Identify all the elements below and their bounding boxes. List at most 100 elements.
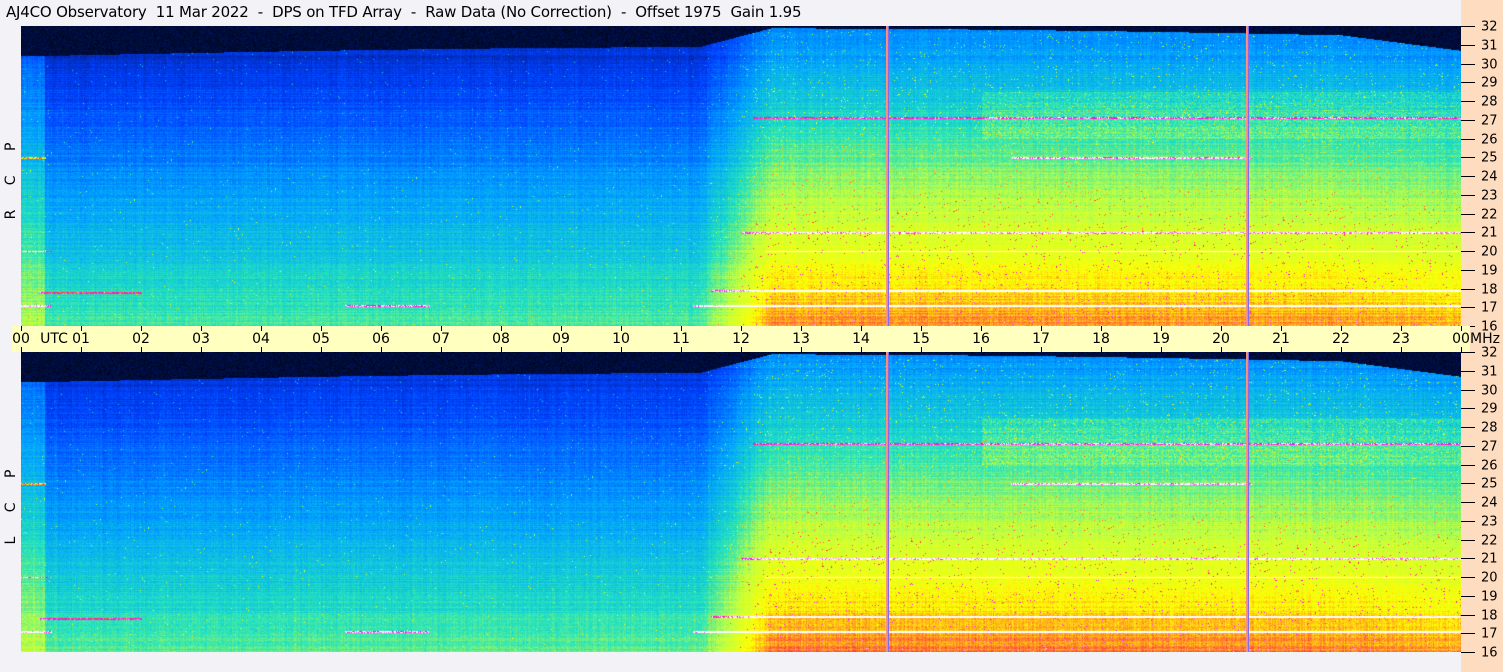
time-tick (801, 347, 802, 352)
freq-tick-label: 22 (1481, 533, 1498, 548)
rcp-label: R C P (2, 132, 19, 220)
freq-tick (1461, 288, 1475, 290)
time-tick (1101, 347, 1102, 352)
time-tick-label: 02 (132, 331, 150, 347)
time-tick (681, 347, 682, 352)
freq-tick (1461, 82, 1475, 84)
freq-tick-label: 24 (1481, 495, 1498, 511)
time-tick (1461, 347, 1462, 352)
lcp-label: L C P (2, 459, 19, 545)
freq-tick-label: 23 (1481, 188, 1498, 204)
freq-tick-label: 26 (1481, 132, 1498, 147)
freq-tick-label: 27 (1481, 439, 1498, 455)
time-tick-label: 23 (1392, 331, 1410, 347)
freq-tick (1461, 307, 1475, 309)
time-tick-label: 20 (1212, 331, 1230, 347)
freq-tick (1461, 194, 1475, 196)
time-tick-label: 09 (552, 331, 570, 347)
time-tick-label: 16 (972, 331, 990, 347)
freq-tick-label: 29 (1481, 401, 1498, 417)
time-tick (561, 347, 562, 352)
time-tick-label: 07 (432, 331, 450, 347)
time-tick-label: 00 (1452, 331, 1470, 347)
freq-tick-label: 20 (1481, 570, 1498, 586)
time-tick (981, 347, 982, 352)
freq-tick (1461, 652, 1475, 653)
time-tick (501, 347, 502, 352)
time-axis: 00 UTC 01 02 03 04 05 06 07 08 09 10 11 12 13 14 15 16 17 1… (12, 326, 1500, 352)
time-tick (1341, 347, 1342, 352)
freq-tick (1461, 408, 1475, 410)
freq-tick-label: 32 (1481, 345, 1498, 361)
time-marker-line (1245, 26, 1249, 326)
time-tick (21, 347, 22, 352)
freq-tick-label: 18 (1481, 608, 1498, 623)
time-tick-label: 10 (612, 331, 630, 347)
freq-tick-label: 16 (1481, 319, 1498, 335)
freq-tick-label: 22 (1481, 207, 1498, 222)
time-tick (1221, 347, 1222, 352)
time-tick-label: 06 (372, 331, 390, 347)
freq-tick-label: 29 (1481, 75, 1498, 91)
freq-tick-label: 17 (1481, 300, 1498, 316)
freq-tick (1461, 232, 1475, 234)
time-tick-label: 21 (1272, 331, 1290, 347)
freq-tick (1461, 427, 1475, 428)
freq-tick (1461, 464, 1475, 466)
freq-tick-label: 25 (1481, 476, 1498, 492)
freq-tick-label: 23 (1481, 514, 1498, 530)
time-marker-line (885, 26, 889, 326)
time-tick (381, 347, 382, 352)
freq-tick-label: 17 (1481, 626, 1498, 642)
freq-tick (1461, 595, 1475, 597)
freq-tick (1461, 520, 1475, 522)
time-tick-label: 04 (252, 331, 270, 347)
freq-tick (1461, 101, 1475, 102)
time-tick (141, 347, 142, 352)
chart-title: AJ4CO Observatory 11 Mar 2022 - DPS on T… (6, 3, 802, 21)
time-tick-label: 19 (1152, 331, 1170, 347)
freq-tick-label: 32 (1481, 19, 1498, 35)
freq-tick (1461, 577, 1475, 578)
freq-tick-label: 24 (1481, 169, 1498, 185)
freq-tick (1461, 119, 1475, 121)
freq-tick-label: 28 (1481, 94, 1498, 110)
time-tick-label: 22 (1332, 331, 1350, 347)
time-tick-label: 05 (312, 331, 330, 347)
time-tick (1401, 347, 1402, 352)
time-unit-label: UTC (40, 331, 68, 347)
freq-tick-label: 19 (1481, 263, 1498, 279)
freq-tick (1461, 558, 1475, 560)
freq-tick-label: 20 (1481, 244, 1498, 260)
freq-tick (1461, 502, 1475, 503)
time-tick-label: 13 (792, 331, 810, 347)
time-tick-label: 14 (852, 331, 870, 347)
time-tick-label: 00 (12, 331, 30, 347)
freq-tick (1461, 614, 1475, 616)
time-tick-label: 17 (1032, 331, 1050, 347)
freq-tick (1461, 63, 1475, 65)
freq-tick-label: 21 (1481, 225, 1498, 241)
time-tick-label: 11 (672, 331, 690, 347)
freq-tick-label: 25 (1481, 150, 1498, 166)
freq-tick (1461, 269, 1475, 271)
time-tick (621, 347, 622, 352)
time-tick-label: 15 (912, 331, 930, 347)
time-tick-label: 18 (1092, 331, 1110, 347)
freq-tick (1461, 213, 1475, 215)
freq-tick (1461, 539, 1475, 541)
time-tick-label: 08 (492, 331, 510, 347)
freq-tick-label: 31 (1481, 364, 1498, 380)
time-tick-label: 03 (192, 331, 210, 347)
time-tick (261, 347, 262, 352)
freq-tick (1461, 389, 1475, 391)
freq-tick (1461, 176, 1475, 177)
time-tick (861, 347, 862, 352)
freq-tick (1461, 44, 1475, 46)
freq-tick (1461, 352, 1475, 353)
freq-tick-label: 30 (1481, 57, 1498, 72)
time-tick (321, 347, 322, 352)
freq-tick-label: 27 (1481, 113, 1498, 129)
time-tick (81, 347, 82, 352)
time-tick (441, 347, 442, 352)
